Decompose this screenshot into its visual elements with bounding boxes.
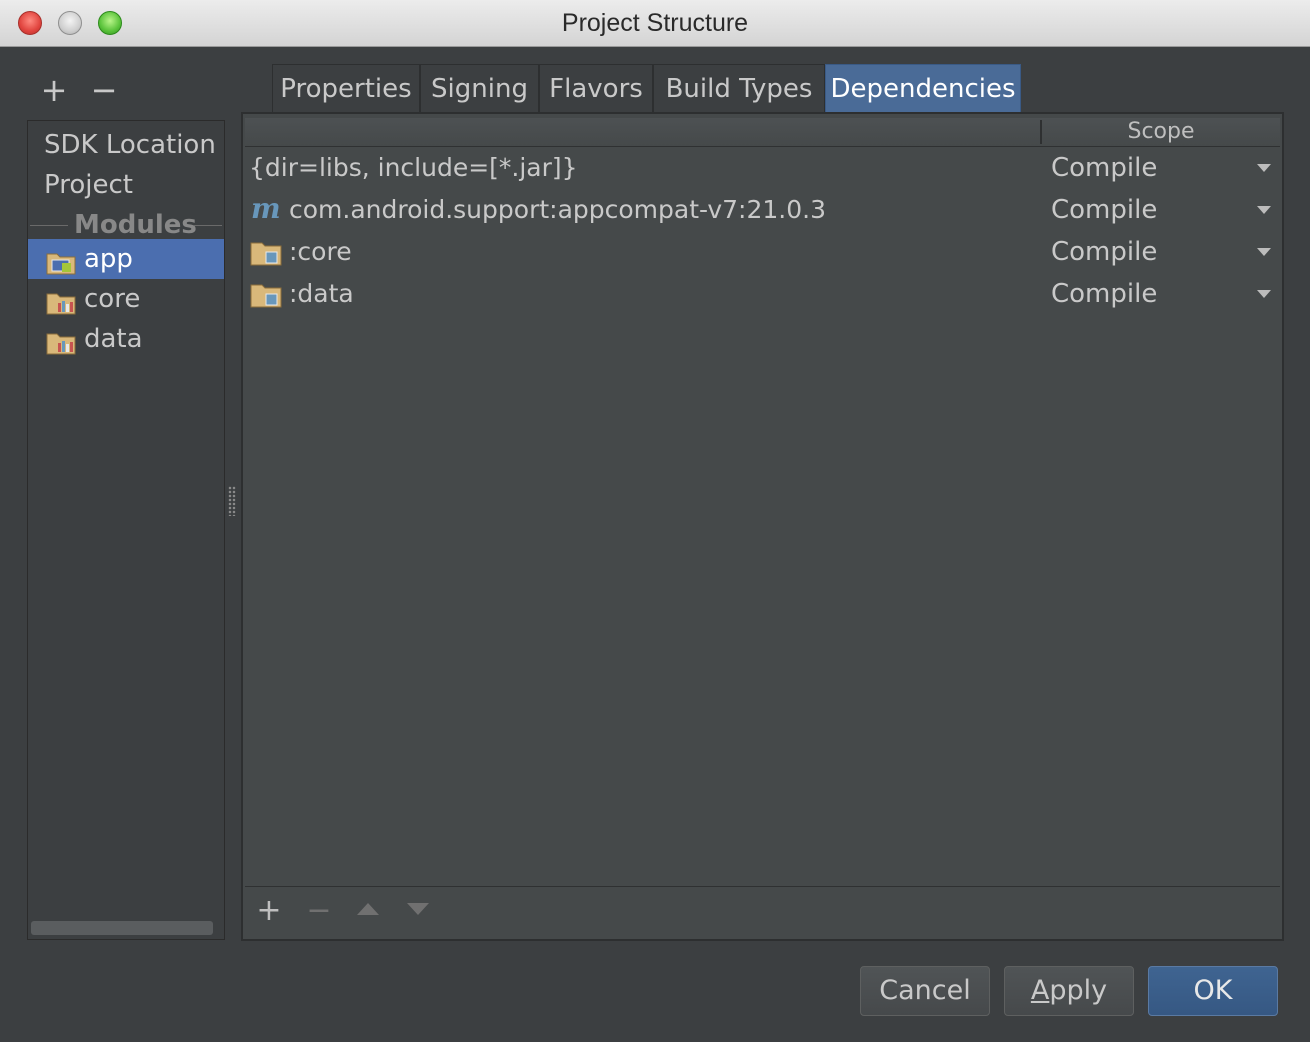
cancel-button[interactable]: Cancel: [860, 966, 990, 1016]
move-down-icon[interactable]: [407, 903, 429, 915]
divider: [194, 225, 222, 226]
dependency-name: {dir=libs, include=[*.jar]}: [249, 153, 578, 182]
table-row[interactable]: :data Compile: [245, 273, 1280, 315]
dependency-name: :core: [289, 237, 352, 266]
sidebar: SDK Location Project Modules app core da…: [27, 120, 225, 940]
remove-module-button[interactable]: −: [84, 70, 124, 110]
splitter-handle[interactable]: [228, 486, 236, 516]
tab-signing[interactable]: Signing: [420, 64, 539, 112]
remove-dependency-button[interactable]: −: [299, 891, 339, 931]
chevron-down-icon[interactable]: [1257, 206, 1271, 214]
sidebar-item-label: data: [84, 324, 143, 354]
table-header: Scope: [245, 118, 1280, 147]
tab-flavors[interactable]: Flavors: [539, 64, 653, 112]
scope-value[interactable]: Compile: [1051, 231, 1157, 273]
apply-button[interactable]: Apply: [1004, 966, 1134, 1016]
sidebar-item-app[interactable]: app: [28, 239, 224, 279]
tab-build-types[interactable]: Build Types: [653, 64, 825, 112]
ok-button[interactable]: OK: [1148, 966, 1278, 1016]
dependencies-toolbar: + −: [245, 886, 1280, 937]
dependencies-panel: Scope {dir=libs, include=[*.jar]} Compil…: [241, 112, 1284, 941]
table-row[interactable]: m com.android.support:appcompat-v7:21.0.…: [245, 189, 1280, 231]
scope-value[interactable]: Compile: [1051, 273, 1157, 315]
sidebar-item-label: core: [84, 284, 141, 314]
dependency-name: com.android.support:appcompat-v7:21.0.3: [289, 195, 826, 224]
scope-value[interactable]: Compile: [1051, 189, 1157, 231]
module-folder-icon: [250, 282, 282, 308]
move-up-icon[interactable]: [357, 903, 379, 915]
sidebar-item-project[interactable]: Project: [28, 165, 224, 205]
sidebar-item-data[interactable]: data: [28, 319, 224, 359]
tab-dependencies[interactable]: Dependencies: [825, 64, 1021, 112]
module-folder-icon: [250, 240, 282, 266]
sidebar-item-label: app: [84, 244, 133, 274]
divider: [30, 225, 68, 226]
sidebar-item-core[interactable]: core: [28, 279, 224, 319]
sidebar-item-sdk-location[interactable]: SDK Location: [28, 125, 224, 165]
scope-value[interactable]: Compile: [1051, 147, 1157, 189]
apply-mnemonic: A: [1030, 975, 1050, 1006]
table-row[interactable]: {dir=libs, include=[*.jar]} Compile: [245, 147, 1280, 189]
sidebar-toolbar: + −: [30, 70, 230, 110]
tab-properties[interactable]: Properties: [272, 64, 420, 112]
chevron-down-icon[interactable]: [1257, 290, 1271, 298]
android-module-folder-icon: [46, 247, 76, 275]
sidebar-horizontal-scrollbar[interactable]: [31, 921, 213, 935]
scope-column-header[interactable]: Scope: [1042, 118, 1280, 146]
apply-label: pply: [1049, 975, 1108, 1006]
add-dependency-button[interactable]: +: [249, 891, 289, 931]
chevron-down-icon[interactable]: [1257, 248, 1271, 256]
add-module-button[interactable]: +: [34, 70, 74, 110]
project-structure-dialog: Project Structure + − SDK Location Proje…: [0, 0, 1310, 1042]
library-module-folder-icon: [46, 327, 76, 355]
dependency-name: :data: [289, 279, 354, 308]
table-row[interactable]: :core Compile: [245, 231, 1280, 273]
library-module-folder-icon: [46, 287, 76, 315]
window-title: Project Structure: [561, 9, 749, 37]
title-bar: Project Structure: [0, 0, 1310, 47]
maven-icon: m: [251, 192, 281, 225]
chevron-down-icon[interactable]: [1257, 164, 1271, 172]
